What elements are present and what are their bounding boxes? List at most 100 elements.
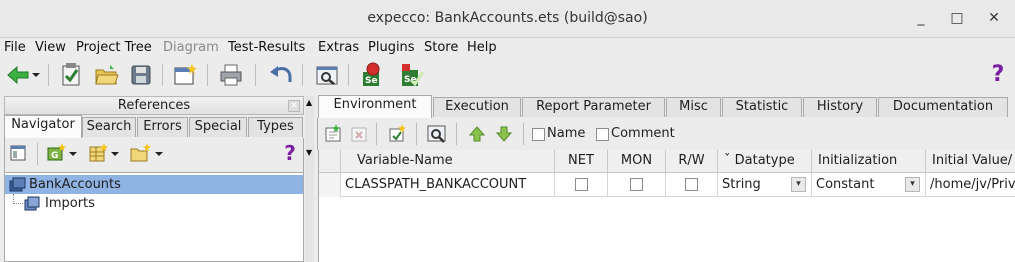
- tab-errors[interactable]: Errors: [137, 117, 188, 137]
- environment-toolbar: Name Comment: [317, 118, 1015, 150]
- cell-initialization[interactable]: Constant ▾: [812, 173, 926, 197]
- new-folder-icon[interactable]: [129, 142, 153, 164]
- minimize-button[interactable]: _: [912, 9, 930, 27]
- cell-variable-name[interactable]: CLASSPATH_BANKACCOUNT: [341, 173, 555, 197]
- menu-store[interactable]: Store: [424, 40, 458, 55]
- menu-plugins[interactable]: Plugins: [368, 40, 415, 55]
- selenium-run-icon[interactable]: Se: [399, 62, 425, 88]
- new-item-icon[interactable]: [386, 123, 408, 145]
- menu-view[interactable]: View: [35, 40, 66, 55]
- new-group-icon[interactable]: G: [45, 142, 67, 164]
- window-icon[interactable]: [7, 142, 29, 164]
- tab-search[interactable]: Search: [82, 117, 136, 137]
- column-net[interactable]: NET: [555, 150, 608, 173]
- main-toolbar: Se Se ?: [0, 59, 1015, 93]
- toolbar-separator: [302, 64, 303, 86]
- package-icon: [8, 176, 26, 193]
- column-datatype-header[interactable]: ˇ Datatype: [718, 150, 812, 173]
- cell-mon: [608, 173, 666, 197]
- tree-item-label: BankAccounts: [29, 177, 121, 192]
- column-initialization[interactable]: Initialization: [812, 150, 926, 173]
- column-mon[interactable]: MON: [608, 150, 666, 173]
- tab-navigator[interactable]: Navigator: [4, 115, 82, 138]
- tab-statistic[interactable]: Statistic: [722, 97, 802, 117]
- svg-text:G: G: [51, 151, 58, 161]
- menu-file[interactable]: File: [4, 40, 26, 55]
- tree-item-imports[interactable]: Imports: [5, 194, 303, 213]
- splitter-up-arrow[interactable]: ▲: [306, 98, 312, 107]
- help-icon[interactable]: ?: [281, 142, 299, 164]
- undo-icon[interactable]: [268, 62, 294, 88]
- menu-help[interactable]: Help: [467, 40, 497, 55]
- splitter-down-arrow[interactable]: ▼: [306, 148, 312, 157]
- tree-connector: [13, 203, 23, 204]
- tree-item-bankaccounts[interactable]: BankAccounts: [5, 175, 303, 194]
- dropdown-arrow-icon[interactable]: [30, 62, 42, 88]
- references-title: References: [117, 98, 191, 113]
- rw-checkbox[interactable]: [685, 178, 698, 191]
- search-window-icon[interactable]: [426, 123, 448, 145]
- column-initial-value[interactable]: Initial Value/: [926, 150, 1015, 173]
- remove-variable-icon[interactable]: [348, 123, 370, 145]
- move-down-icon[interactable]: [493, 123, 515, 145]
- maximize-button[interactable]: □: [948, 9, 966, 27]
- imports-icon: [23, 195, 41, 212]
- initialization-dropdown-icon[interactable]: ▾: [905, 177, 920, 192]
- save-disk-icon[interactable]: [128, 62, 154, 88]
- tab-history[interactable]: History: [803, 97, 877, 117]
- cell-initial-value[interactable]: /home/jv/Priv: [926, 173, 1015, 197]
- name-filter-checkbox[interactable]: [532, 128, 545, 141]
- menu-diagram[interactable]: Diagram: [163, 40, 219, 55]
- datatype-dropdown-icon[interactable]: ▾: [791, 177, 806, 192]
- row-header-cell[interactable]: [319, 173, 341, 197]
- search-window-icon[interactable]: [314, 62, 340, 88]
- table-row[interactable]: CLASSPATH_BANKACCOUNT String ▾ Constant …: [319, 173, 1015, 197]
- toolbar-separator: [37, 143, 38, 165]
- new-datatype-icon[interactable]: [87, 142, 109, 164]
- column-rw[interactable]: R/W: [666, 150, 718, 173]
- open-folder-icon[interactable]: [94, 62, 120, 88]
- title-bar: expecco: BankAccounts.ets (build@sao) _ …: [0, 0, 1015, 38]
- pane-splitter[interactable]: ▲ ▼: [305, 96, 314, 262]
- close-button[interactable]: ✕: [985, 9, 1003, 27]
- dropdown-arrow-icon[interactable]: [68, 142, 78, 164]
- column-variable-name[interactable]: Variable-Name: [341, 150, 555, 173]
- references-header: References ✕: [4, 96, 304, 115]
- datatype-value: String: [722, 177, 761, 192]
- close-icon[interactable]: ✕: [288, 100, 300, 112]
- initialization-value: Constant: [816, 177, 875, 192]
- sort-indicator-icon: ˇ: [724, 153, 731, 168]
- mon-checkbox[interactable]: [630, 178, 643, 191]
- menu-project-tree[interactable]: Project Tree: [76, 40, 152, 55]
- tab-execution[interactable]: Execution: [433, 97, 521, 117]
- row-header-column: [319, 150, 341, 173]
- tab-report-parameter[interactable]: Report Parameter: [522, 97, 665, 117]
- dropdown-arrow-icon[interactable]: [154, 142, 164, 164]
- menu-test-results[interactable]: Test-Results: [228, 40, 305, 55]
- cell-datatype[interactable]: String ▾: [718, 173, 812, 197]
- tab-misc[interactable]: Misc: [666, 97, 721, 117]
- net-checkbox[interactable]: [575, 178, 588, 191]
- name-filter-label: Name: [547, 126, 586, 141]
- cell-net: [555, 173, 608, 197]
- menu-extras[interactable]: Extras: [318, 40, 359, 55]
- toolbar-separator: [348, 64, 349, 86]
- checklist-icon[interactable]: [58, 62, 84, 88]
- comment-filter-checkbox[interactable]: [596, 128, 609, 141]
- back-arrow-icon[interactable]: [5, 62, 31, 88]
- add-variable-icon[interactable]: [322, 123, 344, 145]
- move-up-icon[interactable]: [466, 123, 488, 145]
- dropdown-arrow-icon[interactable]: [110, 142, 120, 164]
- tab-documentation[interactable]: Documentation: [878, 97, 1008, 117]
- selenium-record-icon[interactable]: Se: [360, 62, 386, 88]
- window-title: expecco: BankAccounts.ets (build@sao): [367, 10, 648, 26]
- new-window-icon[interactable]: [172, 62, 198, 88]
- column-datatype: Datatype: [734, 153, 795, 168]
- tab-special[interactable]: Special: [189, 117, 247, 137]
- printer-icon[interactable]: [218, 62, 244, 88]
- tab-types[interactable]: Types: [248, 117, 303, 137]
- help-icon[interactable]: ?: [985, 62, 1011, 88]
- svg-text:Se: Se: [365, 76, 378, 86]
- environment-table: Variable-Name NET MON R/W ˇ Datatype Ini…: [318, 150, 1015, 262]
- tab-environment[interactable]: Environment: [318, 95, 432, 119]
